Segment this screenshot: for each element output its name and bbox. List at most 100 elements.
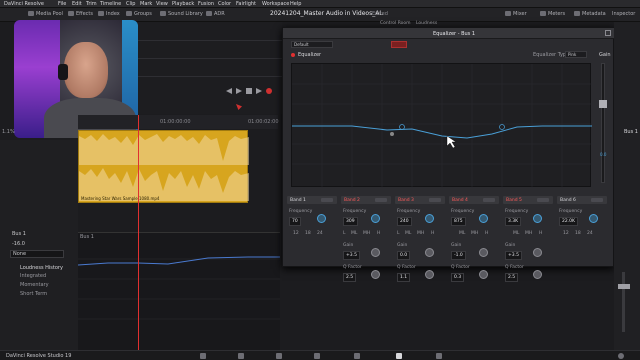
band-3-q-value[interactable]: 1.1 [397, 273, 411, 282]
menu-edit[interactable]: Edit [72, 1, 82, 7]
menu-help[interactable]: Help [290, 1, 301, 7]
stop-icon[interactable] [246, 88, 252, 94]
eq-type-dropdown[interactable]: Pink [565, 51, 587, 58]
band-2-mode-mh[interactable]: MH [363, 231, 370, 236]
track-dropdown[interactable]: None [10, 250, 64, 258]
band-4-freq-knob[interactable] [479, 214, 488, 223]
record-icon[interactable] [266, 88, 272, 94]
band-4-shape-icon[interactable] [483, 198, 495, 202]
mixer-fader-handle[interactable] [618, 284, 630, 289]
band-3-gain-value[interactable]: 0.0 [397, 251, 411, 260]
close-icon[interactable] [605, 30, 611, 36]
menu-app[interactable]: DaVinci Resolve [4, 1, 44, 7]
menu-color[interactable]: Color [218, 1, 231, 7]
band-2-q-value[interactable]: 2.5 [343, 273, 357, 282]
band-6-freq-knob[interactable] [589, 214, 598, 223]
band-4-gain-knob[interactable] [479, 248, 488, 257]
rewind-icon[interactable] [226, 88, 232, 94]
band-handle-2[interactable] [399, 124, 405, 130]
band-3-mode-ml[interactable]: ML [405, 231, 411, 236]
band-3-gain-knob[interactable] [425, 248, 434, 257]
forward-icon[interactable] [256, 88, 262, 94]
menu-view[interactable]: View [156, 1, 168, 7]
band-4-mode-ml[interactable]: ML [459, 231, 465, 236]
groups-button[interactable]: Groups [126, 11, 152, 17]
band-3-mode-h[interactable]: H [431, 231, 434, 236]
band-6-mode-18[interactable]: 18 [575, 231, 581, 236]
band-5-freq-value[interactable]: 3.3K [505, 217, 522, 226]
band-2-gain-value[interactable]: +3.5 [343, 251, 360, 260]
playhead[interactable] [138, 115, 139, 355]
band-5-gain-value[interactable]: +3.5 [505, 251, 522, 260]
band-5-q-value[interactable]: 2.5 [505, 273, 519, 282]
menu-workspace[interactable]: Workspace [262, 1, 289, 7]
preset-dropdown[interactable]: Default [291, 41, 333, 48]
band-2-q-knob[interactable] [371, 270, 380, 279]
menu-fusion[interactable]: Fusion [198, 1, 214, 7]
band-3-freq-value[interactable]: 240 [397, 217, 412, 226]
index-button[interactable]: Index [98, 11, 120, 17]
band-4-mode-h[interactable]: H [485, 231, 488, 236]
band-1-freq-knob[interactable] [317, 214, 326, 223]
band-4-header[interactable]: Band 4 [449, 196, 499, 204]
band-2-mode-ml[interactable]: ML [351, 231, 357, 236]
band-4-q-value[interactable]: 0.3 [451, 273, 465, 282]
band-1-mode-24[interactable]: 24 [317, 231, 323, 236]
tab-control-room[interactable]: Control Room [380, 21, 411, 26]
band-5-freq-knob[interactable] [533, 214, 542, 223]
band-5-header[interactable]: Band 5 [503, 196, 553, 204]
gain-slider-handle[interactable] [599, 100, 607, 108]
band-2-mode-l[interactable]: L [343, 231, 346, 236]
menu-fairlight[interactable]: Fairlight [236, 1, 256, 7]
band-4-gain-value[interactable]: -1.0 [451, 251, 466, 260]
meters-button[interactable]: Meters [540, 11, 565, 17]
metadata-button[interactable]: Metadata [574, 11, 606, 17]
option-integrated[interactable]: Integrated [20, 274, 46, 279]
band-1-mode-18[interactable]: 18 [305, 231, 311, 236]
effects-button[interactable]: Effects [68, 11, 93, 17]
timeline-ruler[interactable]: 01:00:00:00 01:00:02:00 [78, 115, 279, 129]
menu-file[interactable]: File [58, 1, 66, 7]
fairlight-page-icon[interactable] [396, 353, 402, 359]
band-2-freq-knob[interactable] [371, 214, 380, 223]
band-5-mode-mh[interactable]: MH [525, 231, 532, 236]
band-2-mode-h[interactable]: H [377, 231, 380, 236]
band-4-freq-value[interactable]: 875 [451, 217, 466, 226]
inspector-button[interactable]: Inspector [612, 11, 635, 17]
band-5-q-knob[interactable] [533, 270, 542, 279]
preset-buttons[interactable] [391, 41, 407, 48]
band-5-shape-icon[interactable] [537, 198, 549, 202]
band-3-q-knob[interactable] [425, 270, 434, 279]
color-page-icon[interactable] [354, 353, 360, 359]
adr-button[interactable]: ADR [206, 11, 225, 17]
band-2-freq-value[interactable]: 309 [343, 217, 358, 226]
band-5-mode-ml[interactable]: ML [513, 231, 519, 236]
band-4-q-knob[interactable] [479, 270, 488, 279]
band-2-header[interactable]: Band 2 [341, 196, 391, 204]
band-1-mode-12[interactable]: 12 [293, 231, 299, 236]
band-2-gain-knob[interactable] [371, 248, 380, 257]
eq-enable-icon[interactable] [291, 53, 295, 57]
band-6-freq-value[interactable]: 22.0K [559, 217, 578, 226]
band-handle-3[interactable] [390, 132, 394, 136]
band-1-shape-icon[interactable] [321, 198, 333, 202]
band-1-header[interactable]: Band 1 [287, 196, 337, 204]
edit-page-icon[interactable] [276, 353, 282, 359]
band-5-gain-knob[interactable] [533, 248, 542, 257]
media-pool-button[interactable]: Media Pool [28, 11, 63, 17]
band-6-mode-12[interactable]: 12 [563, 231, 569, 236]
band-3-shape-icon[interactable] [429, 198, 441, 202]
deliver-page-icon[interactable] [436, 353, 442, 359]
fusion-page-icon[interactable] [314, 353, 320, 359]
band-3-mode-mh[interactable]: MH [417, 231, 424, 236]
band-3-mode-l[interactable]: L [397, 231, 400, 236]
menu-clip[interactable]: Clip [126, 1, 135, 7]
band-6-shape-icon[interactable] [591, 198, 603, 202]
menu-mark[interactable]: Mark [140, 1, 152, 7]
settings-icon[interactable] [618, 353, 624, 359]
option-short-term[interactable]: Short Term [20, 292, 47, 297]
gain-slider[interactable] [599, 63, 607, 183]
eq-graph[interactable] [291, 63, 592, 188]
mixer-button[interactable]: Mixer [505, 11, 527, 17]
audio-clip[interactable]: Mastering Star Wars Sample 1080.mp4 [78, 130, 249, 203]
